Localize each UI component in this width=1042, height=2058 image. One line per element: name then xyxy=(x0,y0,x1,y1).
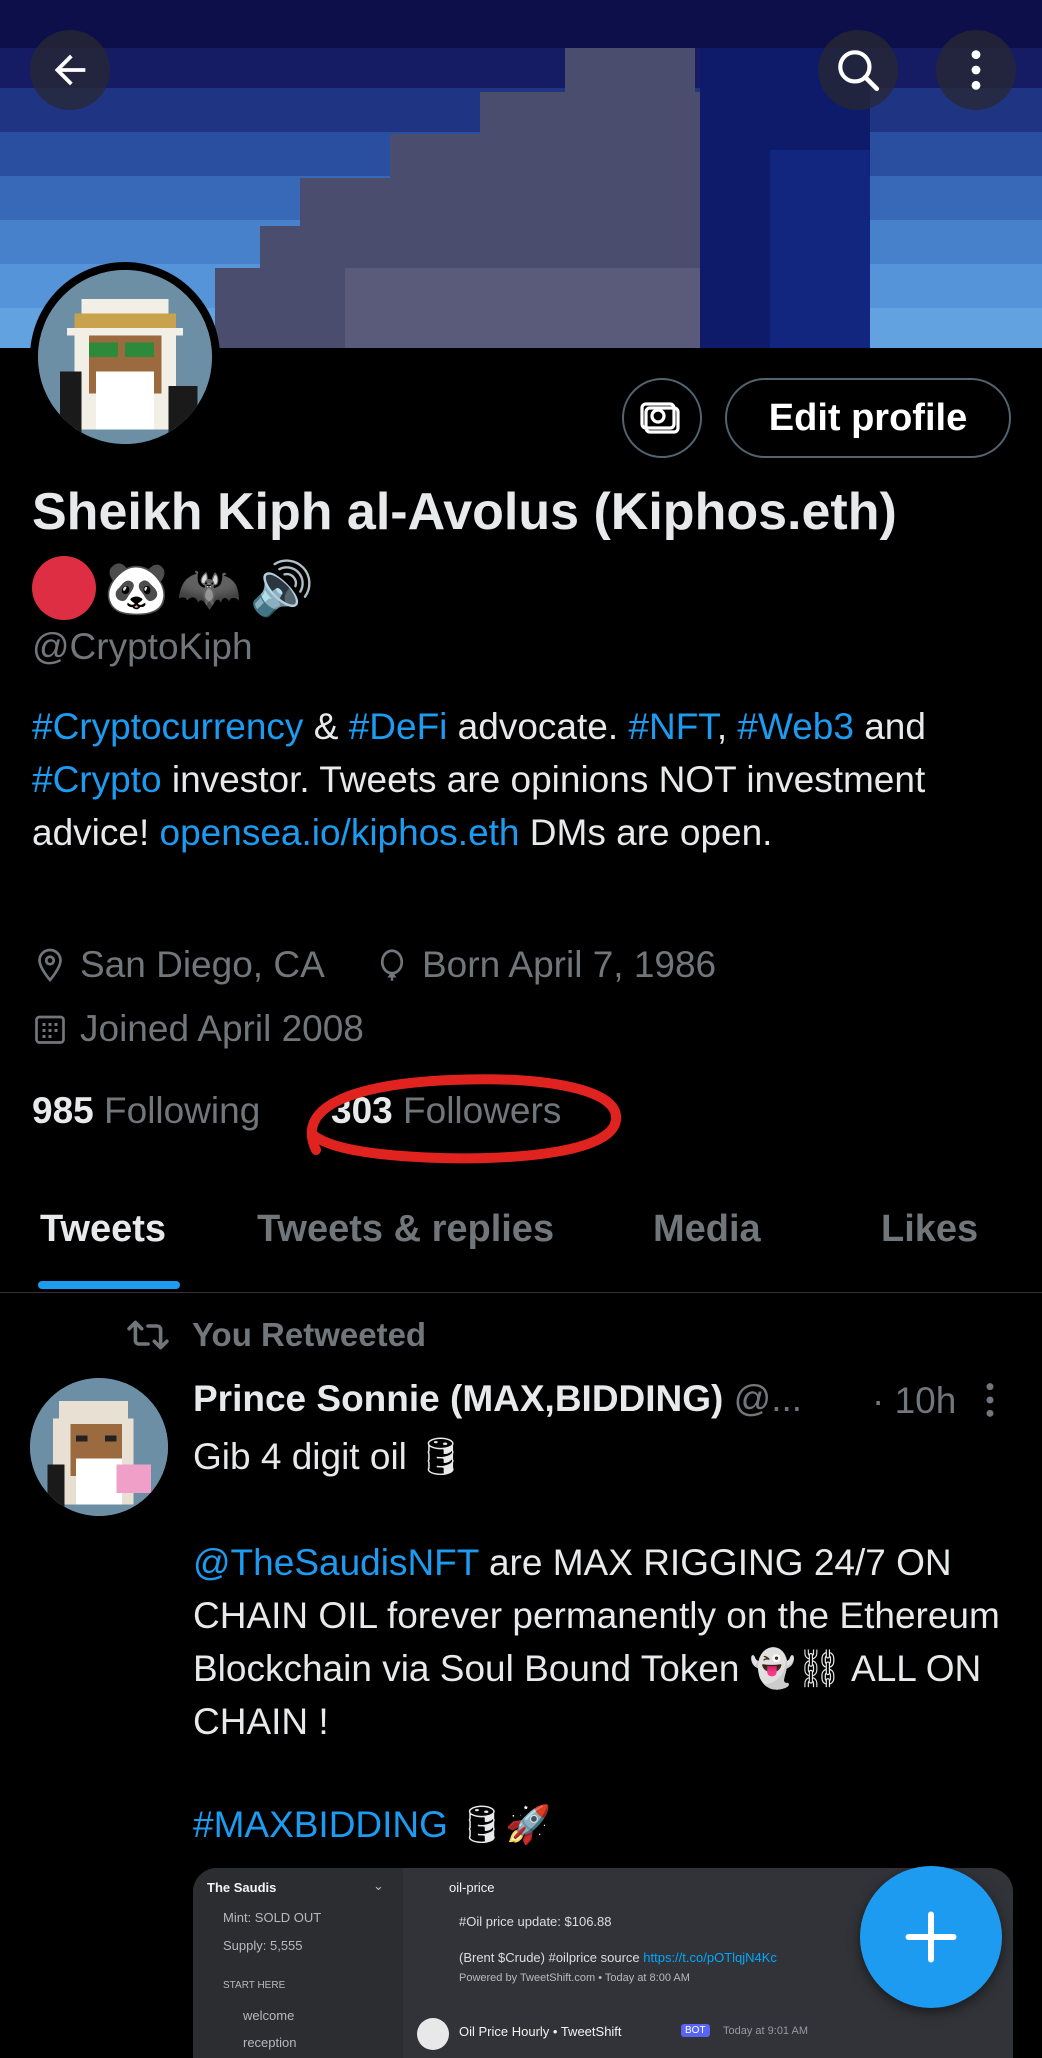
red-circle-annotation xyxy=(306,1074,622,1164)
hashtag-link[interactable]: #Web3 xyxy=(737,706,854,747)
supply-status: Supply: 5,555 xyxy=(223,1938,303,1953)
bio-text: advocate. xyxy=(447,706,629,747)
plus-icon xyxy=(905,1911,957,1963)
active-tab-indicator xyxy=(38,1281,180,1289)
chevron-down-icon: ⌄ xyxy=(373,1878,384,1893)
tweet-author-handle[interactable]: @... xyxy=(734,1378,802,1419)
tab-tweets[interactable]: Tweets xyxy=(40,1208,166,1251)
location-text: San Diego, CA xyxy=(80,944,325,985)
banner-river xyxy=(770,150,870,348)
back-button[interactable] xyxy=(30,30,110,110)
bio-text: DMs are open. xyxy=(519,812,773,853)
following-count: 985 xyxy=(32,1090,94,1131)
oil-drum-icon: 🛢 xyxy=(417,1436,465,1477)
tab-media[interactable]: Media xyxy=(653,1208,761,1251)
following-stat[interactable]: 985 Following xyxy=(32,1090,260,1132)
camera-icon xyxy=(640,402,680,434)
joined-row: Joined April 2008 xyxy=(32,1008,364,1050)
oil-source-text: (Brent $Crude) #oilprice source xyxy=(459,1950,640,1965)
joined-text: Joined April 2008 xyxy=(80,1008,364,1049)
location-pin-icon xyxy=(38,948,62,983)
compose-tweet-button[interactable] xyxy=(860,1866,1002,2008)
following-label: Following xyxy=(104,1090,261,1131)
mint-status: Mint: SOLD OUT xyxy=(223,1910,322,1925)
source-link: https://t.co/pOTlqjN4Kc xyxy=(643,1950,777,1965)
profile-handle: @CryptoKiph xyxy=(32,626,253,667)
birthday-row: Born April 7, 1986 xyxy=(374,944,716,986)
tweet-time[interactable]: · 10h xyxy=(872,1380,956,1422)
tweet-hashtag-line: #MAXBIDDING 🛢🚀 xyxy=(193,1798,1023,1851)
tab-tweets-replies[interactable]: Tweets & replies xyxy=(257,1208,554,1251)
tweet-line1: Gib 4 digit oil 🛢 xyxy=(193,1430,1023,1483)
search-button[interactable] xyxy=(818,30,898,110)
bot-badge: BOT xyxy=(681,2024,710,2037)
bio-text: & xyxy=(303,706,349,747)
speaker-icon: 🔊 xyxy=(249,559,315,618)
mention-link[interactable]: @TheSaudisNFT xyxy=(193,1542,479,1583)
channel-title: oil-price xyxy=(449,1880,495,1895)
panda-icon: 🐼 xyxy=(104,559,169,618)
section-header: START HERE xyxy=(223,1980,286,1991)
red-circle-icon xyxy=(32,556,96,620)
hashtag-link[interactable]: #Cryptocurrency xyxy=(32,706,303,747)
retweet-icon xyxy=(127,1320,169,1350)
location-row: San Diego, CA xyxy=(32,944,325,986)
profile-name: Sheikh Kiph al-Avolus (Kiphos.eth) xyxy=(32,483,897,541)
tweet-body: @TheSaudisNFT are MAX RIGGING 24/7 ON CH… xyxy=(193,1536,1023,1748)
camera-button[interactable] xyxy=(622,378,702,458)
pixel-avatar-icon xyxy=(30,1378,168,1516)
channel-welcome: welcome xyxy=(243,2008,295,2023)
profile-avatar[interactable] xyxy=(30,262,220,452)
more-vertical-icon xyxy=(971,50,981,90)
search-icon xyxy=(838,50,880,92)
tabs-divider xyxy=(0,1292,1042,1293)
retweet-label: You Retweeted xyxy=(192,1316,427,1353)
more-vertical-icon xyxy=(986,1383,994,1417)
back-arrow-icon xyxy=(54,54,86,86)
edit-profile-button[interactable]: Edit profile xyxy=(725,378,1011,458)
tweet-text: Gib 4 digit oil xyxy=(193,1436,407,1477)
discord-sidebar: The Saudis ⌄ Mint: SOLD OUT Supply: 5,55… xyxy=(193,1868,403,2058)
retweet-context: You Retweeted xyxy=(126,1316,426,1354)
avatar-image xyxy=(38,270,212,444)
hashtag-link[interactable]: #Crypto xyxy=(32,759,162,800)
hashtag-link[interactable]: #MAXBIDDING xyxy=(193,1804,448,1845)
bat-icon: 🦇 xyxy=(176,559,242,618)
bot-name: Oil Price Hourly • TweetShift xyxy=(459,2024,622,2039)
birthday-text: Born April 7, 1986 xyxy=(422,944,717,985)
opensea-link[interactable]: opensea.io/kiphos.eth xyxy=(160,812,520,853)
server-name: The Saudis xyxy=(207,1880,277,1895)
more-options-button[interactable] xyxy=(936,30,1016,110)
hashtag-link[interactable]: #NFT xyxy=(628,706,716,747)
bio-text: , xyxy=(716,706,738,747)
calendar-icon xyxy=(35,1015,65,1044)
tweet-header: Prince Sonnie (MAX,BIDDING) @... xyxy=(193,1378,802,1420)
oil-update-line: #Oil price update: $106.88 xyxy=(459,1914,612,1929)
bio-text: and xyxy=(853,706,926,747)
tweet-author-avatar[interactable] xyxy=(30,1378,168,1516)
balloon-icon xyxy=(380,949,404,981)
oil-source-line: (Brent $Crude) #oilprice source https://… xyxy=(459,1950,777,1965)
bot-avatar xyxy=(417,2018,449,2050)
tweet-author-name[interactable]: Prince Sonnie (MAX,BIDDING) xyxy=(193,1378,723,1419)
tweet-more-button[interactable] xyxy=(978,1380,1002,1425)
pixel-avatar-icon xyxy=(38,270,212,444)
bot-time: Today at 9:01 AM xyxy=(723,2025,808,2037)
powered-by-line: Powered by TweetShift.com • Today at 8:0… xyxy=(459,1972,690,1984)
ghost-chain-icon: 👻⛓ xyxy=(749,1648,843,1689)
hashtag-link[interactable]: #DeFi xyxy=(349,706,448,747)
oil-rocket-icon: 🛢🚀 xyxy=(458,1804,552,1845)
name-emojis: 🐼 🦇 🔊 xyxy=(32,556,314,620)
tab-likes[interactable]: Likes xyxy=(881,1208,978,1251)
profile-bio: #Cryptocurrency & #DeFi advocate. #NFT, … xyxy=(32,700,1012,859)
